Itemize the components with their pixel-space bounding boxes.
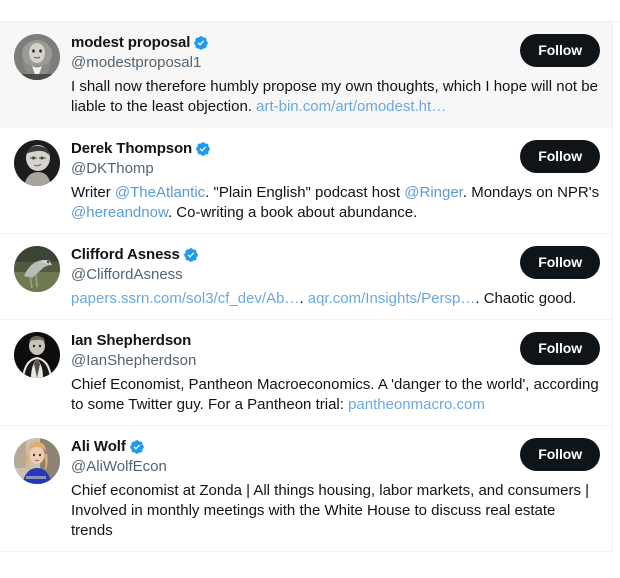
user-list-page: modest proposal @modestproposal1 Follow I … xyxy=(0,0,620,578)
user-identity[interactable]: Ali Wolf @AliWolfEcon xyxy=(71,437,175,477)
bio-text: Chief Economist, Pantheon Macroeconomics… xyxy=(71,376,603,413)
bio-text: Writer xyxy=(71,184,115,201)
bio-text: . "Plain English" podcast host xyxy=(205,184,405,201)
user-name-line: Derek Thompson xyxy=(71,139,211,159)
user-cell[interactable]: Clifford Asness @CliffordAsness Follow pap… xyxy=(0,234,612,320)
user-bio: Writer @TheAtlantic. "Plain English" pod… xyxy=(71,183,600,223)
bio-url-link[interactable]: aqr.com/Insights/Persp… xyxy=(308,290,476,307)
avatar-link[interactable] xyxy=(14,438,60,484)
user-name-line: Clifford Asness xyxy=(71,245,199,265)
user-bio: I shall now therefore humbly propose my … xyxy=(71,77,600,117)
bio-text: . Mondays on NPR's xyxy=(462,184,604,201)
follow-button[interactable]: Follow xyxy=(520,438,600,471)
verified-badge-icon xyxy=(129,439,145,455)
user-cell[interactable]: Ian Shepherdson @IanShepherdson Follow Chie… xyxy=(0,320,612,426)
user-identity-row: Ali Wolf @AliWolfEcon Follow xyxy=(71,437,600,477)
user-list: modest proposal @modestproposal1 Follow I … xyxy=(0,22,613,552)
user-handle[interactable]: @DKThomp xyxy=(71,159,211,179)
avatar-clifford-asness[interactable] xyxy=(14,246,60,292)
follow-button[interactable]: Follow xyxy=(520,34,600,67)
verified-badge-icon xyxy=(183,247,199,263)
user-bio: Chief economist at Zonda | All things ho… xyxy=(71,481,600,541)
user-name-line: Ali Wolf xyxy=(71,437,167,457)
top-spacer xyxy=(0,0,620,22)
follow-button[interactable]: Follow xyxy=(520,332,600,365)
user-cell-body: Ian Shepherdson @IanShepherdson Follow Chie… xyxy=(71,331,600,415)
user-identity-row: Clifford Asness @CliffordAsness Follow xyxy=(71,245,600,285)
user-name-line: modest proposal xyxy=(71,33,209,53)
bio-text: . Chaotic good. xyxy=(475,290,577,307)
user-bio: Chief Economist, Pantheon Macroeconomics… xyxy=(71,375,600,415)
avatar-modest-proposal[interactable] xyxy=(14,34,60,80)
user-identity-row: Derek Thompson @DKThomp Follow xyxy=(71,139,600,179)
user-cell[interactable]: Derek Thompson @DKThomp Follow Writer @The… xyxy=(0,128,612,234)
user-handle[interactable]: @modestproposal1 xyxy=(71,53,209,73)
bio-text: . Co-writing a book about abundance. xyxy=(167,204,418,221)
user-name-line: Ian Shepherdson xyxy=(71,331,196,351)
user-identity-row: modest proposal @modestproposal1 Follow xyxy=(71,33,600,73)
user-identity[interactable]: Derek Thompson @DKThomp xyxy=(71,139,219,179)
user-handle[interactable]: @AliWolfEcon xyxy=(71,457,167,477)
avatar-link[interactable] xyxy=(14,34,60,80)
user-identity-row: Ian Shepherdson @IanShepherdson Follow xyxy=(71,331,600,371)
avatar-ali-wolf[interactable] xyxy=(14,438,60,484)
user-identity[interactable]: modest proposal @modestproposal1 xyxy=(71,33,217,73)
user-cell[interactable]: Ali Wolf @AliWolfEcon Follow Chief economi… xyxy=(0,426,612,552)
user-handle[interactable]: @IanShepherdson xyxy=(71,351,196,371)
bio-mention-link[interactable]: @TheAtlantic xyxy=(115,184,205,201)
verified-badge-icon xyxy=(193,35,209,51)
bio-mention-link[interactable]: @hereandnow xyxy=(71,204,168,221)
user-cell[interactable]: modest proposal @modestproposal1 Follow I … xyxy=(0,22,612,128)
user-cell-body: modest proposal @modestproposal1 Follow I … xyxy=(71,33,600,117)
bio-url-link[interactable]: pantheonmacro.com xyxy=(348,396,485,413)
bio-text: . xyxy=(299,290,308,307)
user-cell-body: Ali Wolf @AliWolfEcon Follow Chief economi… xyxy=(71,437,600,541)
user-display-name[interactable]: Ali Wolf xyxy=(71,437,126,457)
user-cell-body: Derek Thompson @DKThomp Follow Writer @The… xyxy=(71,139,600,223)
bio-text: Chief economist at Zonda | All things ho… xyxy=(71,482,594,539)
user-cell-body: Clifford Asness @CliffordAsness Follow pap… xyxy=(71,245,600,309)
avatar-link[interactable] xyxy=(14,246,60,292)
follow-button[interactable]: Follow xyxy=(520,140,600,173)
user-display-name[interactable]: Ian Shepherdson xyxy=(71,331,191,351)
bio-mention-link[interactable]: @Ringer xyxy=(404,184,463,201)
user-handle[interactable]: @CliffordAsness xyxy=(71,265,199,285)
bio-url-link[interactable]: papers.ssrn.com/sol3/cf_dev/Ab… xyxy=(71,290,299,307)
user-display-name[interactable]: Clifford Asness xyxy=(71,245,180,265)
avatar-ian-shepherdson[interactable] xyxy=(14,332,60,378)
verified-badge-icon xyxy=(195,141,211,157)
bio-url-link[interactable]: art-bin.com/art/omodest.ht… xyxy=(256,98,446,115)
avatar-link[interactable] xyxy=(14,140,60,186)
user-identity[interactable]: Ian Shepherdson @IanShepherdson xyxy=(71,331,204,371)
user-display-name[interactable]: modest proposal xyxy=(71,33,190,53)
user-bio: papers.ssrn.com/sol3/cf_dev/Ab…. aqr.com… xyxy=(71,289,600,309)
follow-button[interactable]: Follow xyxy=(520,246,600,279)
avatar-derek-thompson[interactable] xyxy=(14,140,60,186)
avatar-link[interactable] xyxy=(14,332,60,378)
user-identity[interactable]: Clifford Asness @CliffordAsness xyxy=(71,245,207,285)
user-display-name[interactable]: Derek Thompson xyxy=(71,139,192,159)
